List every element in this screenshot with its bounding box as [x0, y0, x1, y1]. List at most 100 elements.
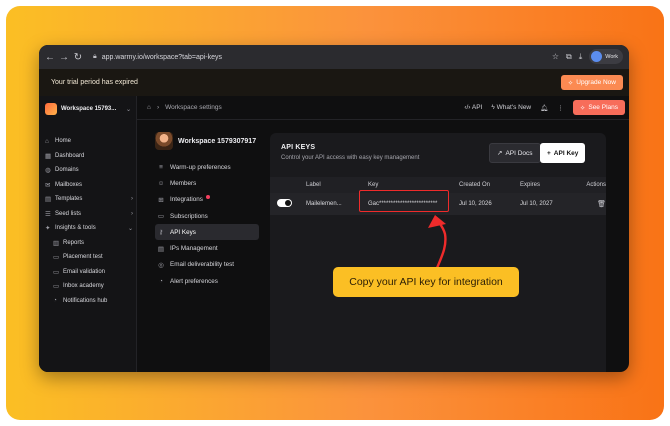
column-header: Actions — [586, 182, 606, 188]
sidebar-item-label: Inbox academy — [63, 283, 104, 290]
settings-item-label: Alert preferences — [170, 277, 218, 285]
key-highlight-box — [359, 190, 449, 212]
external-link-icon: ↗ — [497, 150, 503, 157]
settings-item-deliverability[interactable]: ◎ Email deliverability test — [155, 257, 259, 273]
breadcrumb-current: Workspace settings — [165, 104, 222, 111]
settings-item-api-keys[interactable]: ⚷ API Keys — [155, 224, 259, 241]
trial-message: Your trial period has expired — [51, 79, 138, 86]
sidebar-item-placement-test[interactable]: ▭ Placement test — [45, 250, 133, 265]
sparkle-icon: ✧ — [579, 104, 586, 112]
sidebar-item-label: Domains — [55, 167, 79, 174]
workspace-name: Workspace 1579307917 — [178, 137, 257, 145]
address-bar[interactable]: 🔒︎ app.warmy.io/workspace?tab=api-keys — [93, 53, 222, 61]
sidebar-item-label: Notifications hub — [63, 297, 108, 304]
settings-item-label: Integrations — [170, 196, 203, 204]
breadcrumb: ⌂ › Workspace settings — [147, 104, 222, 111]
dashboard-icon: ▦ — [45, 152, 52, 160]
placement-icon: ▭ — [53, 254, 60, 262]
expires-cell: Jul 10, 2027 — [520, 201, 553, 207]
key-cell[interactable]: Gac************************* — [359, 190, 459, 212]
upgrade-now-button[interactable]: ✧ Upgrade Now — [560, 75, 623, 90]
home-icon[interactable]: ⌂ — [147, 104, 151, 111]
settings-item-label: Email deliverability test — [170, 261, 235, 269]
workspace-switcher[interactable]: Workspace 15793... ⌄ — [45, 102, 131, 116]
template-icon: ▤ — [45, 196, 52, 204]
sidebar-item-dashboard[interactable]: ▦ Dashboard — [45, 149, 133, 164]
code-icon: ‹/› — [464, 104, 471, 111]
key-enabled-toggle[interactable] — [277, 199, 292, 207]
sidebar-item-templates[interactable]: ▤ Templates › — [45, 192, 133, 207]
chevron-right-icon: › — [131, 210, 133, 217]
add-api-key-button[interactable]: + API Key — [540, 143, 586, 163]
settings-item-members[interactable]: ☺ Members — [155, 175, 259, 191]
settings-item-alerts[interactable]: ◔ Alert preferences — [155, 273, 259, 289]
sidebar-item-inbox-academy[interactable]: ▭ Inbox academy — [45, 279, 133, 294]
chevron-right-icon: › — [131, 196, 133, 203]
api-link[interactable]: ‹/› API — [464, 104, 482, 111]
sidebar-item-label: Reports — [63, 239, 85, 246]
card-icon: ▭ — [157, 213, 165, 221]
bookmark-star-icon[interactable]: ☆ — [552, 52, 559, 61]
browser-bar: ← → ↻ 🔒︎ app.warmy.io/workspace?tab=api-… — [39, 45, 629, 69]
sidebar-item-reports[interactable]: ▥ Reports — [45, 236, 133, 251]
sidebar-item-label: Home — [55, 138, 72, 145]
server-icon: ▤ — [157, 245, 165, 253]
extensions-icon[interactable]: ⧉ — [566, 52, 572, 62]
see-plans-label: See Plans — [588, 104, 618, 111]
profile-button[interactable]: Work — [589, 49, 623, 64]
list-icon: ☰ — [45, 210, 51, 218]
home-icon: ⌂ — [45, 137, 49, 145]
avatar — [591, 51, 603, 62]
sidebar-item-notifications-hub[interactable]: ◔ Notifications hub — [45, 294, 133, 309]
column-header: Created On — [459, 182, 491, 188]
toggle-cell — [270, 199, 306, 209]
callout-label: Copy your API key for integration — [333, 267, 519, 297]
academy-icon: ▭ — [53, 283, 60, 291]
add-api-key-label: API Key — [553, 149, 579, 157]
sidebar-item-mailboxes[interactable]: ✉ Mailboxes — [45, 178, 133, 193]
notifications-bell-icon[interactable]: 🔔︎ — [540, 104, 548, 112]
see-plans-button[interactable]: ✧ See Plans — [572, 100, 625, 115]
settings-item-warmup[interactable]: ≡ Warm-up preferences — [155, 159, 259, 175]
sidebar-item-domains[interactable]: ◍ Domains — [45, 163, 133, 178]
panel-title: API KEYS — [281, 144, 316, 151]
table-row: Mailelemen... Gac***********************… — [270, 190, 606, 215]
reload-icon[interactable]: ↻ — [71, 52, 85, 63]
lock-icon: 🔒︎ — [93, 53, 97, 60]
trash-icon[interactable]: 🗑︎ — [597, 201, 606, 208]
sidebar-item-seed-lists[interactable]: ☰ Seed lists › — [45, 207, 133, 222]
column-header: Expires — [520, 182, 541, 188]
whats-new-link[interactable]: ϟ What's New — [491, 104, 531, 111]
settings-item-ips[interactable]: ▤ IPs Management — [155, 240, 259, 256]
report-icon: ▥ — [53, 239, 60, 247]
chevron-right-icon: › — [156, 104, 160, 111]
whats-new-label: What's New — [496, 104, 532, 111]
integrations-icon: ⊞ — [158, 196, 164, 204]
url-text: app.warmy.io/workspace?tab=api-keys — [101, 53, 223, 61]
sidebar-item-label: Placement test — [63, 254, 103, 261]
download-icon[interactable]: ⤓ — [579, 52, 583, 62]
sidebar-item-label: Seed lists — [55, 210, 82, 217]
sidebar-item-email-validation[interactable]: ▭ Email validation — [45, 265, 133, 280]
forward-icon[interactable]: → — [57, 52, 71, 63]
api-docs-button[interactable]: ↗ API Docs — [489, 143, 541, 163]
settings-item-integrations[interactable]: ⊞ Integrations — [155, 192, 259, 208]
sidebar-item-insights[interactable]: ✦ Insights & tools ⌄ — [45, 221, 133, 236]
lightning-icon: ϟ — [491, 104, 495, 111]
sidebar-item-home[interactable]: ⌂ Home — [45, 134, 133, 149]
api-docs-label: API Docs — [505, 149, 533, 157]
more-options-icon[interactable]: ⋮ — [557, 104, 564, 112]
profile-label: Work — [605, 53, 618, 60]
actions-cell: 🗑︎ — [576, 200, 606, 208]
chevron-updown-icon: ⌄ — [125, 106, 131, 113]
sparkle-icon: ✧ — [567, 79, 574, 87]
insights-icon: ✦ — [45, 225, 51, 233]
header-actions: ‹/› API ϟ What's New 🔔︎ ⋮ ✧ See Plans — [464, 100, 625, 115]
back-icon[interactable]: ← — [43, 52, 57, 63]
settings-item-subscriptions[interactable]: ▭ Subscriptions — [155, 208, 259, 224]
settings-menu: Workspace 1579307917 ≡ Warm-up preference… — [155, 131, 259, 289]
api-label: API — [471, 104, 483, 111]
chevron-down-icon: ⌄ — [127, 225, 133, 232]
workspace-header: Workspace 1579307917 — [155, 131, 259, 151]
sidebar-item-label: Dashboard — [55, 152, 85, 159]
